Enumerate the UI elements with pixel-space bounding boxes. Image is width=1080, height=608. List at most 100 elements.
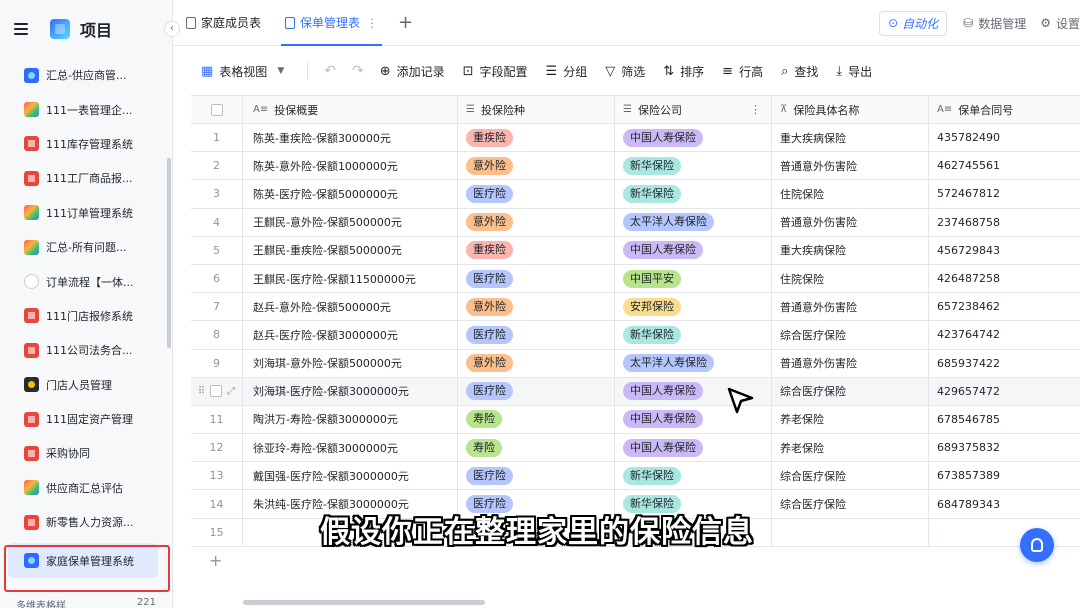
company-cell[interactable]: 新华保险 [615,462,772,490]
data-manage-button[interactable]: ⛁ 数据管理 [963,15,1026,32]
summary-cell[interactable]: 陈英-重疾险-保额300000元 [243,124,458,152]
summary-cell[interactable]: 赵兵-医疗险-保额3000000元 [243,321,458,349]
table-row[interactable]: 5 王麒民-重疾险-保额500000元 重疾险 中国人寿保险 重大疾病保险 4567298… [191,236,1080,265]
name-cell[interactable]: 住院保险 [772,264,929,293]
summary-cell[interactable]: 王麒民-意外险-保额500000元 [243,208,458,236]
group-button[interactable]: ☰ 分组 [546,63,588,80]
summary-cell[interactable]: 王麒民-重疾险-保额500000元 [243,236,458,264]
column-header-type[interactable]: ☰ 投保险种 [458,96,615,123]
name-cell[interactable]: 普通意外伤害险 [772,152,929,180]
company-cell[interactable]: 中国人寿保险 [615,236,772,264]
table-row[interactable]: 13 戴国强-医疗险-保额3000000元 医疗险 新华保险 综合医疗保险 6738573… [191,462,1080,491]
table-row[interactable]: ⠿ ⤢ 刘海琪-医疗险-保额3000000元 医疗险 中国人寿保险 综合医疗保险 42965… [191,377,1080,406]
column-header-contract[interactable]: A≡ 保单合同号 [929,96,1080,123]
type-cell[interactable]: 重疾险 [458,124,615,152]
column-more-icon[interactable]: ⋮ [750,103,761,116]
sort-button[interactable]: ⇅ 排序 [663,63,704,80]
sidebar-bottom-label[interactable]: 多维表格样 [16,597,66,608]
table-row[interactable]: 1 陈英-重疾险-保额300000元 重疾险 中国人寿保险 重大疾病保险 43578249… [191,124,1080,153]
name-cell[interactable]: 普通意外伤害险 [772,293,929,321]
sidebar-item[interactable]: 111一表管理企... [0,92,172,126]
more-icon[interactable]: ⋮ [366,16,378,30]
type-cell[interactable]: 医疗险 [458,264,615,293]
column-header-company[interactable]: ☰ 保险公司 ⋮ [615,96,772,123]
summary-cell[interactable]: 王麒民-医疗险-保额11500000元 [243,264,458,293]
contract-cell[interactable]: 429657472 [929,378,1080,405]
tab-policy-management[interactable]: 保单管理表 ⋮ [273,0,390,46]
horizontal-scrollbar[interactable] [243,600,485,605]
undo-icon[interactable]: ↶ [324,63,336,79]
name-cell[interactable]: 综合医疗保险 [772,462,929,490]
sidebar-item[interactable]: 111订单管理系统 [0,196,172,230]
sidebar-item[interactable]: 111工厂商品报... [0,161,172,195]
view-switcher[interactable]: ▦ 表格视图 ▼ [196,58,289,85]
column-header-name[interactable]: ⊼ 保险具体名称 [772,96,929,123]
sidebar-item[interactable]: 供应商汇总评估 [0,471,172,505]
name-cell[interactable]: 普通意外伤害险 [772,208,929,236]
type-cell[interactable]: 医疗险 [458,377,615,405]
contract-cell[interactable]: 572467812 [929,180,1080,207]
company-cell[interactable]: 中国人寿保险 [615,434,772,462]
table-row[interactable]: 3 陈英-医疗险-保额5000000元 医疗险 新华保险 住院保险 572467812 [191,180,1080,209]
contract-cell[interactable]: 423764742 [929,321,1080,348]
sidebar-item[interactable]: 111库存管理系统 [0,127,172,161]
row-checkbox[interactable] [210,385,223,398]
table-row[interactable]: 8 赵兵-医疗险-保额3000000元 医疗险 新华保险 综合医疗保险 423764742 [191,321,1080,350]
table-row[interactable]: 4 王麒民-意外险-保额500000元 意外险 太平洋人寿保险 普通意外伤害险 23746… [191,208,1080,237]
company-cell[interactable]: 新华保险 [615,180,772,208]
company-cell[interactable]: 中国平安 [615,264,772,293]
sidebar-item[interactable]: 门店人员管理 [0,368,172,402]
type-cell[interactable]: 医疗险 [458,180,615,208]
contract-cell[interactable]: 684789343 [929,490,1080,517]
add-tab-icon[interactable]: + [398,12,413,33]
menu-icon[interactable] [14,23,28,35]
expand-icon[interactable]: ⤢ [227,386,235,397]
sidebar-item[interactable]: 订单流程【一体... [0,264,172,298]
summary-cell[interactable]: 陈英-意外险-保额1000000元 [243,152,458,180]
sidebar-scrollbar[interactable] [167,158,171,348]
sidebar-item[interactable]: 采购协同 [0,436,172,470]
summary-cell[interactable]: 陶洪万-寿险-保额3000000元 [243,405,458,434]
filter-button[interactable]: ▽ 筛选 [605,63,645,80]
settings-button[interactable]: ⚙ 设置 [1040,15,1080,32]
contract-cell[interactable] [929,519,1080,546]
summary-cell[interactable]: 刘海琪-意外险-保额500000元 [243,349,458,377]
tab-family-members[interactable]: 家庭成员表 [174,0,273,46]
name-cell[interactable]: 综合医疗保险 [772,321,929,349]
contract-cell[interactable]: 435782490 [929,124,1080,151]
contract-cell[interactable]: 685937422 [929,350,1080,377]
table-row[interactable]: 2 陈英-意外险-保额1000000元 意外险 新华保险 普通意外伤害险 46274556… [191,152,1080,181]
type-cell[interactable]: 寿险 [458,434,615,462]
drag-handle-icon[interactable]: ⠿ [198,386,205,397]
name-cell[interactable]: 综合医疗保险 [772,490,929,518]
company-cell[interactable]: 太平洋人寿保险 [615,208,772,236]
name-cell[interactable]: 普通意外伤害险 [772,349,929,377]
contract-cell[interactable]: 689375832 [929,434,1080,461]
company-cell[interactable]: 新华保险 [615,321,772,349]
table-row[interactable]: 7 赵兵-意外险-保额500000元 意外险 安邦保险 普通意外伤害险 657238462 [191,293,1080,322]
contract-cell[interactable]: 678546785 [929,406,1080,433]
redo-icon[interactable]: ↷ [352,63,364,79]
summary-cell[interactable]: 戴国强-医疗险-保额3000000元 [243,462,458,490]
summary-cell[interactable]: 陈英-医疗险-保额5000000元 [243,180,458,208]
table-row[interactable]: 11 陶洪万-寿险-保额3000000元 寿险 中国人寿保险 养老保险 678546785 [191,405,1080,435]
table-row[interactable]: 12 徐亚玲-寿险-保额3000000元 寿险 中国人寿保险 养老保险 689375832 [191,434,1080,463]
company-cell[interactable]: 安邦保险 [615,293,772,321]
company-cell[interactable]: 太平洋人寿保险 [615,349,772,377]
select-all-checkbox[interactable] [210,103,223,116]
table-row[interactable]: 9 刘海琪-意外险-保额500000元 意外险 太平洋人寿保险 普通意外伤害险 68593… [191,349,1080,378]
company-cell[interactable]: 中国人寿保险 [615,124,772,152]
name-cell[interactable]: 重大疾病保险 [772,124,929,152]
sidebar-item[interactable]: 新零售人力资源... [0,505,172,539]
help-button[interactable] [1020,528,1054,562]
contract-cell[interactable]: 673857389 [929,462,1080,489]
field-config-button[interactable]: ⊡ 字段配置 [463,63,528,80]
summary-cell[interactable]: 赵兵-意外险-保额500000元 [243,293,458,321]
export-button[interactable]: ⤓ 导出 [836,63,872,80]
name-cell[interactable]: 住院保险 [772,180,929,208]
sidebar-item[interactable]: 111门店报修系统 [0,299,172,333]
name-cell[interactable]: 养老保险 [772,434,929,462]
name-cell[interactable]: 养老保险 [772,405,929,434]
type-cell[interactable]: 寿险 [458,405,615,434]
type-cell[interactable]: 医疗险 [458,462,615,490]
